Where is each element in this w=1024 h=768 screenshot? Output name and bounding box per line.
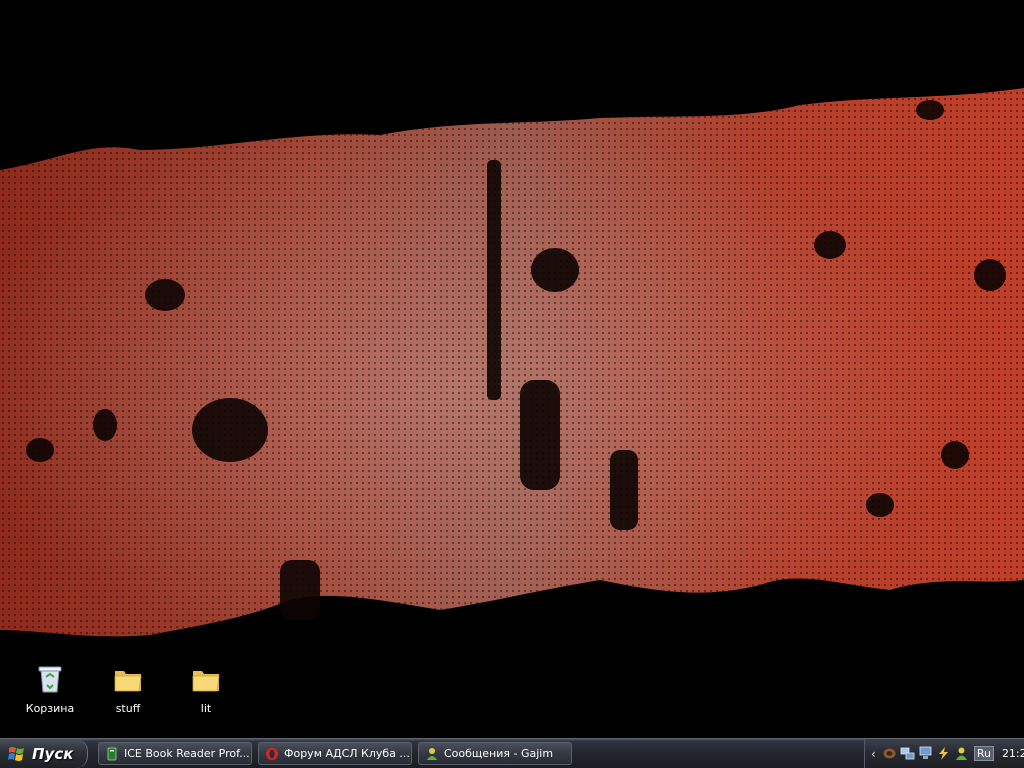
desktop-icon-label: lit xyxy=(200,702,212,715)
tray-expand-button[interactable]: ‹ xyxy=(871,747,876,761)
task-label: Сообщения - Gajim xyxy=(444,747,554,760)
start-button-label: Пуск xyxy=(32,744,74,763)
network-2-icon[interactable] xyxy=(918,746,933,761)
taskbar-button-gajim[interactable]: Сообщения - Gajim xyxy=(418,742,572,765)
network-icon[interactable] xyxy=(900,746,915,761)
desktop-icon-stuff-folder[interactable]: stuff xyxy=(93,664,163,715)
desktop-icon-lit-folder[interactable]: lit xyxy=(171,664,241,715)
coffee-icon[interactable] xyxy=(882,746,897,761)
book-reader-icon xyxy=(107,747,117,760)
gajim-icon xyxy=(427,747,437,760)
clock[interactable]: 21:23 xyxy=(1002,747,1024,760)
desktop-icon-label: Корзина xyxy=(25,702,75,715)
desktop[interactable]: Корзина stuff lit xyxy=(0,0,1024,738)
taskbar-button-ice-book-reader[interactable]: ICE Book Reader Prof... xyxy=(98,742,252,765)
wallpaper-image xyxy=(0,0,1024,738)
system-tray: ‹ Ru 21:23 xyxy=(864,739,1024,768)
taskbar-button-opera-forum[interactable]: Форум АДСЛ Клуба ... xyxy=(258,742,412,765)
gajim-tray-icon[interactable] xyxy=(954,746,969,761)
language-indicator[interactable]: Ru xyxy=(973,746,994,761)
taskbar: Пуск ICE Book Reader Prof... Форум АДСЛ … xyxy=(0,738,1024,768)
opera-icon xyxy=(266,747,278,760)
start-button[interactable]: Пуск xyxy=(0,739,88,768)
folder-icon xyxy=(114,671,142,692)
windows-logo-icon xyxy=(8,746,24,761)
folder-icon xyxy=(192,671,220,692)
power-icon[interactable] xyxy=(936,746,951,761)
recycle-bin-icon xyxy=(38,666,62,693)
task-label: ICE Book Reader Prof... xyxy=(124,747,250,760)
task-label: Форум АДСЛ Клуба ... xyxy=(284,747,410,760)
desktop-icon-label: stuff xyxy=(115,702,141,715)
desktop-icon-recycle-bin[interactable]: Корзина xyxy=(15,664,85,715)
